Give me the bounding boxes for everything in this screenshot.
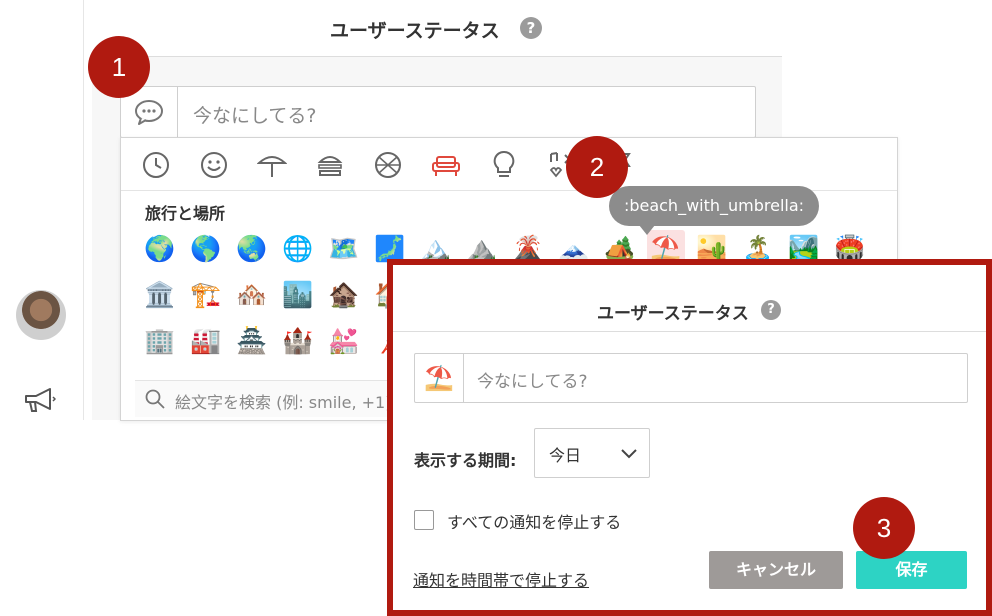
- modal-title: ユーザーステータス: [597, 304, 749, 324]
- status-input[interactable]: 今なにしてる?: [120, 86, 756, 138]
- cancel-button[interactable]: キャンセル: [709, 551, 843, 589]
- emoji-cell[interactable]: 🏰: [279, 322, 317, 360]
- emoji-cell[interactable]: 🏛️: [141, 276, 179, 314]
- emoji-cell[interactable]: 🏘️: [233, 276, 271, 314]
- parasol-icon[interactable]: [255, 148, 289, 182]
- pause-notifications-checkbox[interactable]: [414, 510, 434, 530]
- status-input-placeholder: 今なにしてる?: [193, 105, 317, 127]
- help-icon[interactable]: ?: [520, 17, 542, 39]
- emoji-section-title: 旅行と場所: [145, 204, 226, 223]
- lightbulb-icon[interactable]: [487, 148, 521, 182]
- emoji-cell[interactable]: 🌍: [141, 230, 179, 268]
- status-input[interactable]: ⛱️ 今なにしてる?: [414, 353, 968, 403]
- period-select[interactable]: 今日: [534, 428, 650, 478]
- help-icon[interactable]: ?: [761, 300, 781, 320]
- status-modal: ユーザーステータス ? ⛱️ 今なにしてる? 表示する期間: 今日 すべての通知…: [387, 259, 992, 616]
- emoji-tooltip: :beach_with_umbrella:: [609, 186, 819, 235]
- chevron-down-icon: [621, 449, 637, 459]
- step-marker-1: 1: [88, 36, 150, 98]
- emoji-cell[interactable]: 🗺️: [325, 230, 363, 268]
- emoji-cell[interactable]: 🏢: [141, 322, 179, 360]
- emoji-cell[interactable]: 🌏: [233, 230, 271, 268]
- left-rail: [0, 0, 84, 616]
- emoji-cell[interactable]: 🏗️: [187, 276, 225, 314]
- emoji-search-placeholder: 絵文字を検索 (例: smile, +1): [175, 393, 392, 412]
- avatar[interactable]: [16, 290, 66, 340]
- burger-icon[interactable]: [313, 148, 347, 182]
- emoji-cell[interactable]: 💒: [325, 322, 363, 360]
- status-panel-title: ユーザーステータス: [330, 20, 500, 42]
- ball-icon[interactable]: [371, 148, 405, 182]
- schedule-pause-link[interactable]: 通知を時間帯で停止する: [413, 567, 589, 591]
- search-icon: [145, 389, 165, 409]
- emoji-cell[interactable]: 🏭: [187, 322, 225, 360]
- sofa-icon[interactable]: [429, 148, 463, 182]
- emoji-cell[interactable]: 🌎: [187, 230, 225, 268]
- smiley-icon[interactable]: [197, 148, 231, 182]
- speech-bubble-icon: [135, 100, 163, 125]
- clock-icon[interactable]: [139, 148, 173, 182]
- emoji-cell[interactable]: 🏙️: [279, 276, 317, 314]
- megaphone-icon[interactable]: [22, 386, 56, 414]
- emoji-cell[interactable]: 🌐: [279, 230, 317, 268]
- status-emoji-button[interactable]: ⛱️: [415, 354, 464, 402]
- emoji-cell[interactable]: 🏯: [233, 322, 271, 360]
- step-marker-2: 2: [566, 136, 628, 198]
- status-input-placeholder: 今なにしてる?: [477, 372, 588, 392]
- period-label: 表示する期間:: [414, 451, 517, 470]
- pause-notifications-label: すべての通知を停止する: [447, 513, 622, 532]
- emoji-cell[interactable]: 🏚️: [325, 276, 363, 314]
- emoji-category-bar: [121, 138, 897, 191]
- step-marker-3: 3: [853, 497, 915, 559]
- period-select-value: 今日: [549, 446, 582, 465]
